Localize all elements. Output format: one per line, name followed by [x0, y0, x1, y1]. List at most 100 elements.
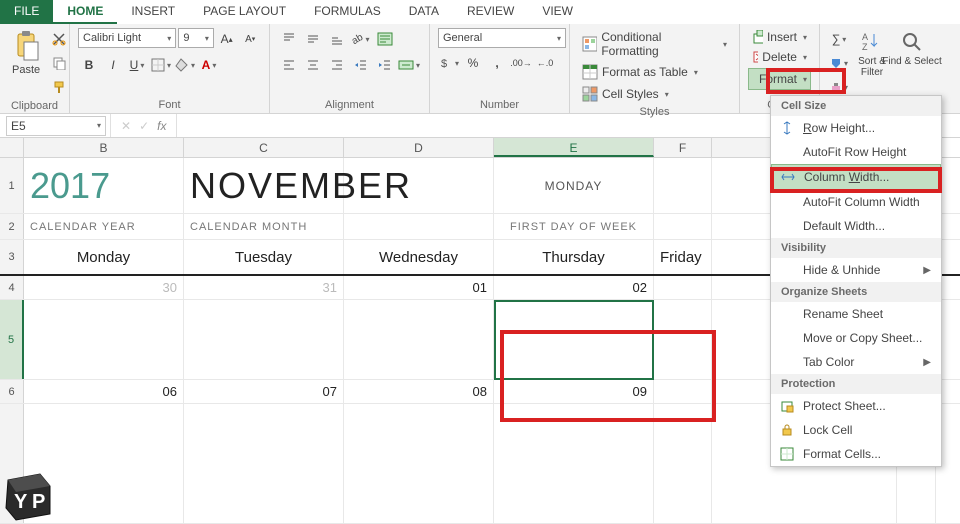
date-cell[interactable]: 09 [494, 380, 654, 403]
menu-column-width[interactable]: Column Width...Column Width... [771, 164, 941, 190]
col-header-c[interactable]: C [184, 138, 344, 157]
cell-styles-button[interactable]: Cell Styles▾ [578, 84, 731, 104]
font-color-button[interactable]: A▾ [198, 54, 220, 76]
col-header-f[interactable]: F [654, 138, 712, 157]
tab-insert[interactable]: INSERT [117, 0, 189, 24]
underline-button[interactable]: U▾ [126, 54, 148, 76]
first-day-label: FIRST DAY OF WEEK [510, 221, 637, 233]
copy-button[interactable] [48, 52, 70, 74]
font-name-combo[interactable]: Calibri Light▾ [78, 28, 176, 48]
watermark-logo: Y P [2, 470, 60, 522]
row-header[interactable]: 2 [0, 214, 24, 239]
row-header[interactable]: 3 [0, 240, 24, 274]
decrease-indent-button[interactable] [350, 54, 372, 76]
cut-button[interactable] [48, 28, 70, 50]
decrease-font-button[interactable]: A▾ [239, 28, 261, 50]
borders-button[interactable]: ▾ [150, 54, 172, 76]
menu-autofit-column-width[interactable]: AutoFit Column Width [771, 190, 941, 214]
fx-icon[interactable]: fx [157, 119, 166, 133]
fill-color-button[interactable]: ▾ [174, 54, 196, 76]
menu-hide-unhide[interactable]: Hide & Unhide▶ [771, 258, 941, 282]
insert-cells-button[interactable]: Insert▾ [748, 28, 811, 46]
menu-autofit-row-height[interactable]: AutoFit Row Height [771, 140, 941, 164]
date-cell[interactable]: 01 [344, 276, 494, 299]
menu-rename-sheet[interactable]: Rename Sheet [771, 302, 941, 326]
increase-indent-button[interactable] [374, 54, 396, 76]
merge-center-button[interactable]: ▾ [398, 54, 420, 76]
format-cells-dropdown[interactable]: Format▾ [748, 68, 811, 90]
menu-row-height[interactable]: Row Row Height...Height... [771, 116, 941, 140]
svg-text:Y: Y [14, 491, 28, 513]
row-height-icon [779, 120, 795, 136]
align-right-button[interactable] [326, 54, 348, 76]
menu-format-cells[interactable]: Format Cells... [771, 442, 941, 466]
bold-button[interactable]: B [78, 54, 100, 76]
tab-review[interactable]: REVIEW [453, 0, 528, 24]
row-header[interactable]: 6 [0, 380, 24, 403]
decrease-decimal-button[interactable]: ←.0 [534, 52, 556, 74]
fill-button[interactable]: ▾ [828, 52, 850, 74]
accounting-format-button[interactable]: $▾ [438, 52, 460, 74]
align-center-button[interactable] [302, 54, 324, 76]
tab-home[interactable]: HOME [53, 0, 117, 24]
sort-filter-button[interactable]: AZ Sort & Filter [854, 28, 890, 80]
col-header-e[interactable]: E [494, 138, 654, 157]
tab-page-layout[interactable]: PAGE LAYOUT [189, 0, 300, 24]
row-header[interactable]: 4 [0, 276, 24, 299]
tab-data[interactable]: DATA [395, 0, 453, 24]
name-box[interactable]: E5▾ [6, 116, 106, 136]
percent-format-button[interactable]: % [462, 52, 484, 74]
tab-view[interactable]: VIEW [528, 0, 587, 24]
number-format-combo[interactable]: General▾ [438, 28, 566, 48]
col-header-d[interactable]: D [344, 138, 494, 157]
conditional-formatting-button[interactable]: Conditional Formatting▾ [578, 28, 731, 60]
font-size-combo[interactable]: 9▾ [178, 28, 214, 48]
tab-file[interactable]: FILE [0, 0, 53, 24]
menu-lock-cell[interactable]: Lock Cell [771, 418, 941, 442]
align-top-button[interactable] [278, 28, 300, 50]
date-cell[interactable]: 08 [344, 380, 494, 403]
enter-formula-icon[interactable]: ✓ [139, 119, 149, 133]
delete-cells-button[interactable]: Delete▾ [748, 48, 811, 66]
menu-protect-sheet[interactable]: Protect Sheet... [771, 394, 941, 418]
autosum-button[interactable]: ∑▾ [828, 28, 850, 50]
comma-format-button[interactable]: , [486, 52, 508, 74]
align-middle-button[interactable] [302, 28, 324, 50]
day-header: Monday [24, 240, 184, 274]
date-cell[interactable]: 31 [184, 276, 344, 299]
align-bottom-button[interactable] [326, 28, 348, 50]
wrap-text-button[interactable] [374, 28, 396, 50]
date-cell[interactable]: 30 [24, 276, 184, 299]
date-cell[interactable]: 02 [494, 276, 654, 299]
row-header[interactable]: 1 [0, 158, 24, 213]
menu-move-copy-sheet[interactable]: Move or Copy Sheet... [771, 326, 941, 350]
year-value: 2017 [30, 165, 110, 207]
align-left-button[interactable] [278, 54, 300, 76]
increase-decimal-button[interactable]: .00→ [510, 52, 532, 74]
format-cells-icon [779, 446, 795, 462]
menu-section-protection: Protection [771, 374, 941, 394]
increase-font-button[interactable]: A▴ [216, 28, 238, 50]
menu-default-width[interactable]: Default Width... [771, 214, 941, 238]
date-cell[interactable]: 06 [24, 380, 184, 403]
find-select-button[interactable]: Find & Select [894, 28, 930, 69]
format-dropdown-menu: Cell Size Row Row Height...Height... Aut… [770, 95, 942, 467]
paste-button[interactable]: Paste [8, 28, 44, 78]
tab-formulas[interactable]: FORMULAS [300, 0, 395, 24]
orientation-button[interactable]: ab▾ [350, 28, 372, 50]
menu-tab-color[interactable]: Tab Color▶ [771, 350, 941, 374]
italic-button[interactable]: I [102, 54, 124, 76]
menu-section-visibility: Visibility [771, 238, 941, 258]
row-header[interactable]: 5 [0, 300, 24, 379]
cell[interactable] [344, 300, 494, 379]
menu-section-organize: Organize Sheets [771, 282, 941, 302]
svg-text:P: P [32, 491, 45, 513]
format-painter-button[interactable] [48, 76, 70, 98]
date-cell[interactable]: 07 [184, 380, 344, 403]
cell-active[interactable] [494, 300, 654, 379]
format-as-table-button[interactable]: Format as Table▾ [578, 62, 731, 82]
cancel-formula-icon[interactable]: ✕ [121, 119, 131, 133]
col-header-b[interactable]: B [24, 138, 184, 157]
cell[interactable] [184, 300, 344, 379]
cell[interactable] [24, 300, 184, 379]
